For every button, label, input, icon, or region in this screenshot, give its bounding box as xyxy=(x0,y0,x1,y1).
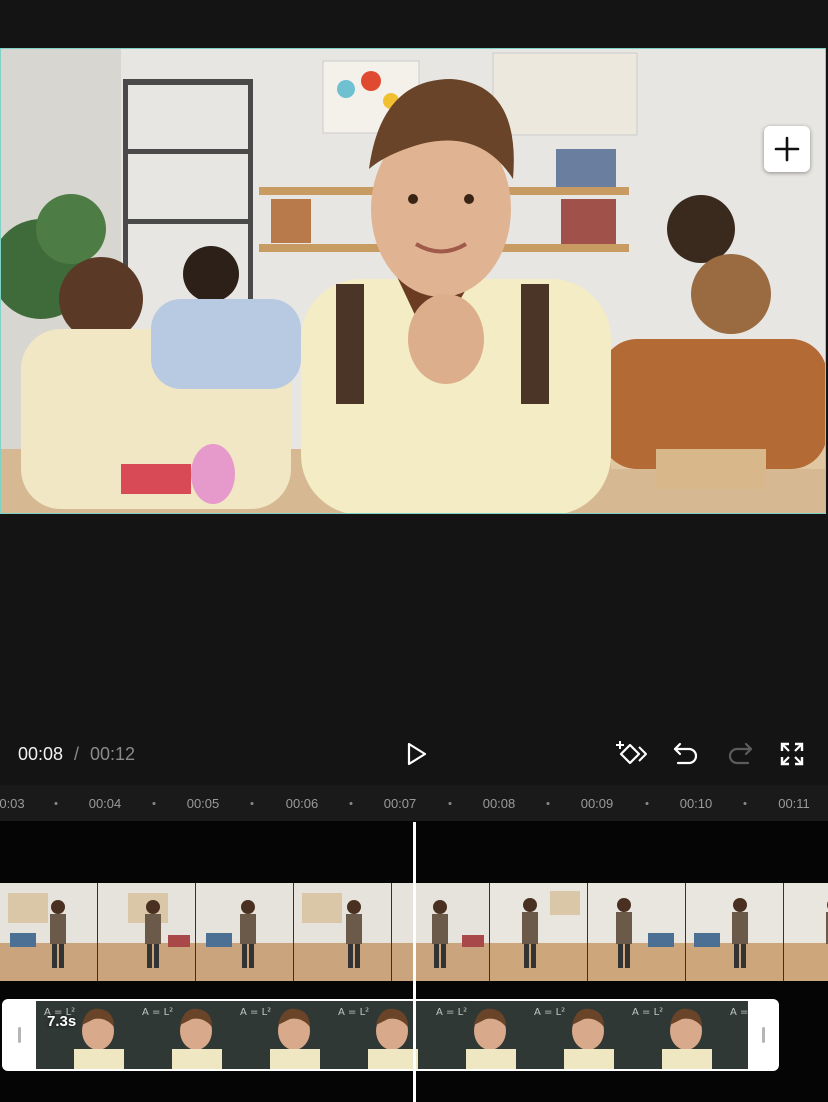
overlay-thumbnail: A = L² xyxy=(428,1001,526,1069)
ruler-label: 00:06 xyxy=(285,796,319,811)
current-time: 00:08 xyxy=(18,744,64,764)
svg-text:A = L²: A = L² xyxy=(730,1007,748,1018)
play-button[interactable] xyxy=(398,736,434,772)
ruler-dot xyxy=(448,802,452,805)
undo-button[interactable] xyxy=(668,736,704,772)
add-clip-button[interactable] xyxy=(764,126,810,172)
ruler-label: 00:04 xyxy=(88,796,122,811)
ruler-dot xyxy=(349,802,353,805)
clip-thumbnail xyxy=(98,883,196,981)
clip-thumbnail xyxy=(686,883,784,981)
ruler-label: 0:03 xyxy=(0,796,25,811)
clip-thumbnail xyxy=(294,883,392,981)
player-controls: 00:08 / 00:12 xyxy=(0,730,828,780)
add-keyframe-button[interactable] xyxy=(612,736,648,772)
playhead[interactable] xyxy=(413,822,416,1102)
overlay-thumbnail: A = L² xyxy=(232,1001,330,1069)
ruler-dot xyxy=(743,802,747,805)
svg-text:A = L²: A = L² xyxy=(338,1007,369,1018)
clip-thumbnail xyxy=(0,883,98,981)
svg-text:A = L²: A = L² xyxy=(534,1007,565,1018)
ruler-label: 00:05 xyxy=(186,796,220,811)
video-preview[interactable] xyxy=(0,48,826,514)
overlay-thumbnail: A = L² xyxy=(722,1001,748,1069)
svg-text:A = L²: A = L² xyxy=(142,1007,173,1018)
clip-duration-label: 7.3s xyxy=(47,1013,77,1030)
clip-thumbnail xyxy=(196,883,294,981)
redo-icon xyxy=(728,742,753,765)
overlay-thumbnail: A = L² xyxy=(36,1001,134,1069)
clip-left-handle[interactable] xyxy=(18,1027,21,1043)
ruler-label: 00:09 xyxy=(580,796,614,811)
overlay-thumbnail: A = L² xyxy=(624,1001,722,1069)
svg-text:A = L²: A = L² xyxy=(240,1007,271,1018)
clip-right-handle[interactable] xyxy=(762,1027,765,1043)
overlay-thumbnail: A = L² xyxy=(526,1001,624,1069)
ruler-dot xyxy=(152,802,156,805)
classroom-scene-image xyxy=(1,49,825,513)
overlay-thumbnail: A = L² xyxy=(134,1001,232,1069)
clip-thumbnail xyxy=(588,883,686,981)
time-ruler[interactable]: 0:03 00:04 00:05 00:06 00:07 00:08 00:09… xyxy=(0,785,828,821)
total-duration: 00:12 xyxy=(90,744,136,764)
fullscreen-button[interactable] xyxy=(774,736,810,772)
add-keyframe-icon xyxy=(616,741,647,765)
clip-thumbnail xyxy=(490,883,588,981)
ruler-dot xyxy=(54,802,58,805)
play-icon xyxy=(407,742,427,766)
redo-button[interactable] xyxy=(722,736,758,772)
ruler-label: 00:08 xyxy=(482,796,516,811)
ruler-dot xyxy=(546,802,550,805)
plus-icon xyxy=(774,136,800,162)
fullscreen-icon xyxy=(780,742,804,766)
ruler-label: 00:07 xyxy=(383,796,417,811)
ruler-label: 00:11 xyxy=(778,796,810,811)
ruler-dot xyxy=(250,802,254,805)
video-preview-area xyxy=(0,0,828,785)
undo-icon xyxy=(673,742,698,765)
svg-text:A = L²: A = L² xyxy=(436,1007,467,1018)
clip-thumbnail xyxy=(392,883,490,981)
ruler-label: 00:10 xyxy=(679,796,713,811)
ruler-dot xyxy=(645,802,649,805)
overlay-clip[interactable]: A = L² A = L² A = L² A = L² A = L² A = L… xyxy=(2,999,779,1071)
clip-thumbnail xyxy=(784,883,828,981)
svg-text:A = L²: A = L² xyxy=(632,1007,663,1018)
time-separator: / xyxy=(74,744,80,764)
overlay-clip-thumbnails: A = L² A = L² A = L² A = L² A = L² A = L… xyxy=(36,1001,748,1069)
